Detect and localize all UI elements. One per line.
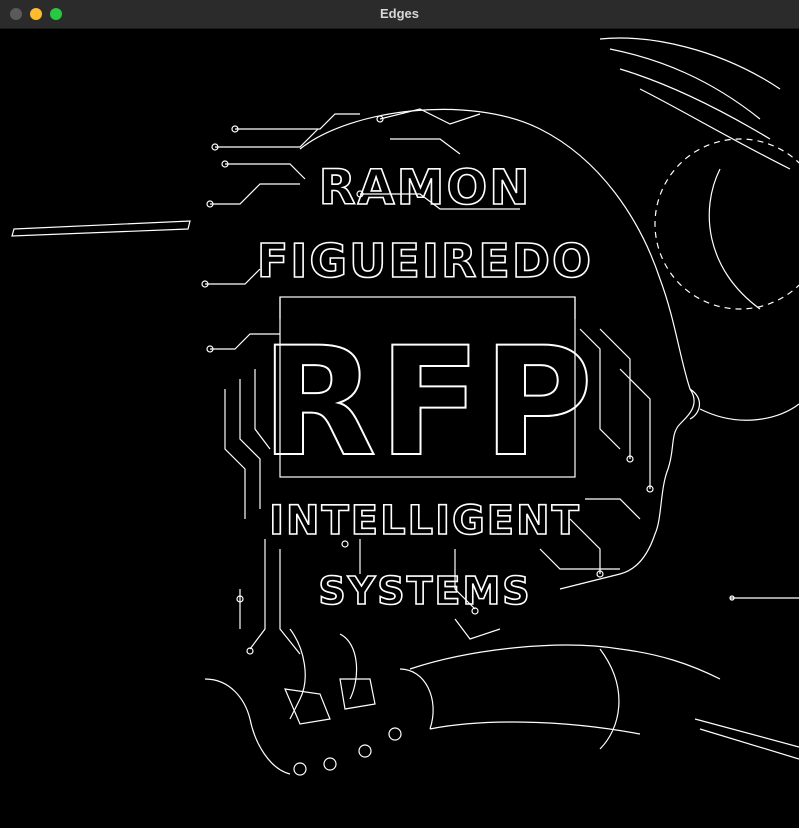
tagline-line-2: SYSTEMS bbox=[318, 569, 531, 613]
hair-lines bbox=[599, 37, 791, 170]
window-title: Edges bbox=[379, 6, 419, 21]
left-zigzag-strip bbox=[11, 220, 191, 237]
headphone-arc bbox=[699, 168, 799, 421]
headphone-dashed-circle bbox=[654, 138, 799, 310]
monogram-text: RFP bbox=[261, 316, 595, 490]
face-profile bbox=[689, 388, 700, 420]
name-line-1: RAMON bbox=[319, 160, 532, 216]
edges-window: Edges RAMON FIGUEIREDO RFP INTELLIGENT S… bbox=[0, 0, 799, 828]
title-bar: Edges bbox=[0, 0, 799, 29]
edge-image-canvas: RAMON FIGUEIREDO RFP INTELLIGENT SYSTEMS bbox=[0, 29, 799, 828]
edge-image: RAMON FIGUEIREDO RFP INTELLIGENT SYSTEMS bbox=[11, 37, 799, 776]
name-line-2: FIGUEIREDO bbox=[257, 234, 593, 288]
tagline-line-1: INTELLIGENT bbox=[269, 498, 581, 544]
robotic-hand bbox=[204, 628, 799, 776]
